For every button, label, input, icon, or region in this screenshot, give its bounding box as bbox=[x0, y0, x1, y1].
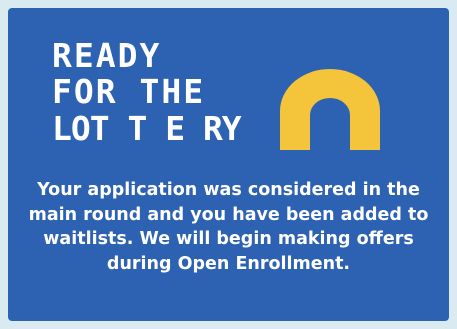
headline: READY FOR THE LOT T E RY bbox=[52, 36, 242, 148]
status-message: Your application was considered in the m… bbox=[28, 180, 429, 274]
rainbow-icon bbox=[280, 69, 380, 150]
rainbow-outer-arc bbox=[280, 69, 380, 150]
headline-line-3: LOT T E RY bbox=[52, 108, 242, 148]
headline-line-1: READY bbox=[52, 36, 162, 75]
lottery-status-card: READY FOR THE LOT T E RY Your applicatio… bbox=[8, 8, 449, 321]
headline-line-2: FOR THE bbox=[52, 72, 206, 112]
